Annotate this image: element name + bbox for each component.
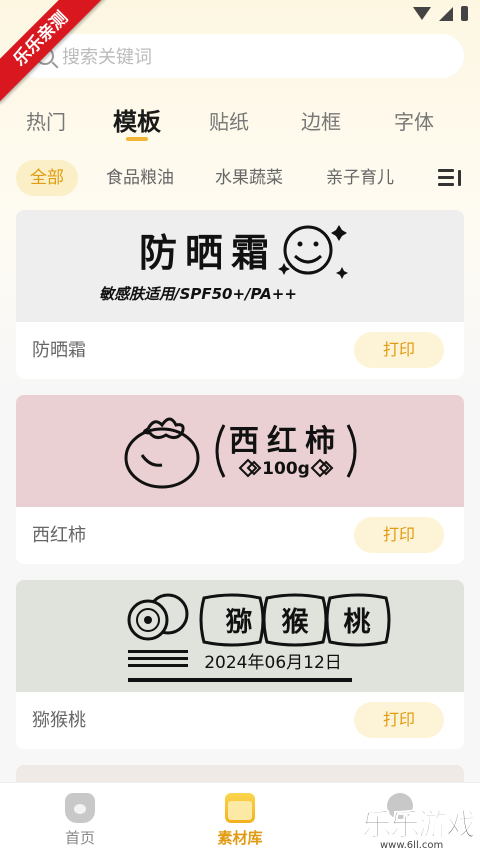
art-title-char-1: 猕 xyxy=(226,607,253,638)
tab-templates[interactable]: 模板 xyxy=(113,102,161,137)
card-title: 西红柿 xyxy=(32,525,86,546)
art-subtitle: 100g xyxy=(262,459,310,479)
main-tabs: 热门 模板 贴纸 边框 字体 xyxy=(0,100,480,144)
chip-fruits[interactable]: 水果蔬菜 xyxy=(201,160,297,196)
template-card-tomato[interactable]: 西红柿 100g 西红柿 打印 xyxy=(16,395,464,564)
card-title: 猕猴桃 xyxy=(32,710,86,731)
nav-home[interactable]: 首页 xyxy=(40,793,120,848)
wifi-icon xyxy=(413,7,431,20)
art-subtitle: 敏感肤适用/SPF50+/PA++ xyxy=(99,285,297,303)
watermark-logo: 乐乐游戏 www.6ll.com xyxy=(362,800,480,853)
kiwi-label-art: 猕 猴 桃 2024年06月12日 xyxy=(16,580,464,692)
art-title-char-3: 桃 xyxy=(344,607,371,638)
print-button[interactable]: 打印 xyxy=(354,517,444,553)
category-menu-icon[interactable] xyxy=(438,166,464,190)
tab-hot[interactable]: 热门 xyxy=(26,106,66,135)
battery-icon xyxy=(461,6,468,21)
nav-home-label: 首页 xyxy=(64,829,95,847)
chip-all[interactable]: 全部 xyxy=(16,160,78,196)
tab-stickers[interactable]: 贴纸 xyxy=(209,106,249,135)
template-card-kiwi[interactable]: 猕 猴 桃 2024年06月12日 猕猴桃 打印 xyxy=(16,580,464,749)
template-card-sunscreen[interactable]: 防晒霜 敏感肤适用/SPF50+/PA++ 防晒霜 打印 xyxy=(16,210,464,379)
print-button[interactable]: 打印 xyxy=(354,702,444,738)
chip-food[interactable]: 食品粮油 xyxy=(92,160,188,196)
materials-icon xyxy=(225,793,255,823)
tab-borders[interactable]: 边框 xyxy=(301,106,341,135)
art-title: 防晒霜 xyxy=(139,231,277,275)
print-button[interactable]: 打印 xyxy=(354,332,444,368)
tab-fonts[interactable]: 字体 xyxy=(394,106,434,135)
watermark-text: 乐乐游戏 xyxy=(362,808,477,844)
kiwi-icon xyxy=(127,593,189,641)
tomato-label-art: 西红柿 100g xyxy=(16,395,464,507)
active-tab-indicator xyxy=(126,137,148,141)
search-bar[interactable]: 搜索关键词 xyxy=(16,34,464,78)
art-title: 西红柿 xyxy=(229,424,343,459)
art-subtitle: 2024年06月12日 xyxy=(204,653,342,673)
nav-materials[interactable]: 素材库 xyxy=(200,793,280,848)
nav-materials-label: 素材库 xyxy=(217,829,263,847)
smiley-icon xyxy=(283,225,333,275)
category-chips: 全部 食品粮油 水果蔬菜 亲子育儿 xyxy=(0,160,480,196)
search-placeholder: 搜索关键词 xyxy=(62,47,152,68)
sunscreen-label-art: 防晒霜 敏感肤适用/SPF50+/PA++ xyxy=(16,210,464,322)
card-title: 防晒霜 xyxy=(32,340,86,361)
chip-parenting[interactable]: 亲子育儿 xyxy=(312,160,408,196)
tomato-icon xyxy=(124,417,200,489)
signal-icon xyxy=(439,6,453,21)
sparkle-icon xyxy=(278,225,348,279)
home-icon xyxy=(65,793,95,823)
art-title-char-2: 猴 xyxy=(282,607,310,638)
